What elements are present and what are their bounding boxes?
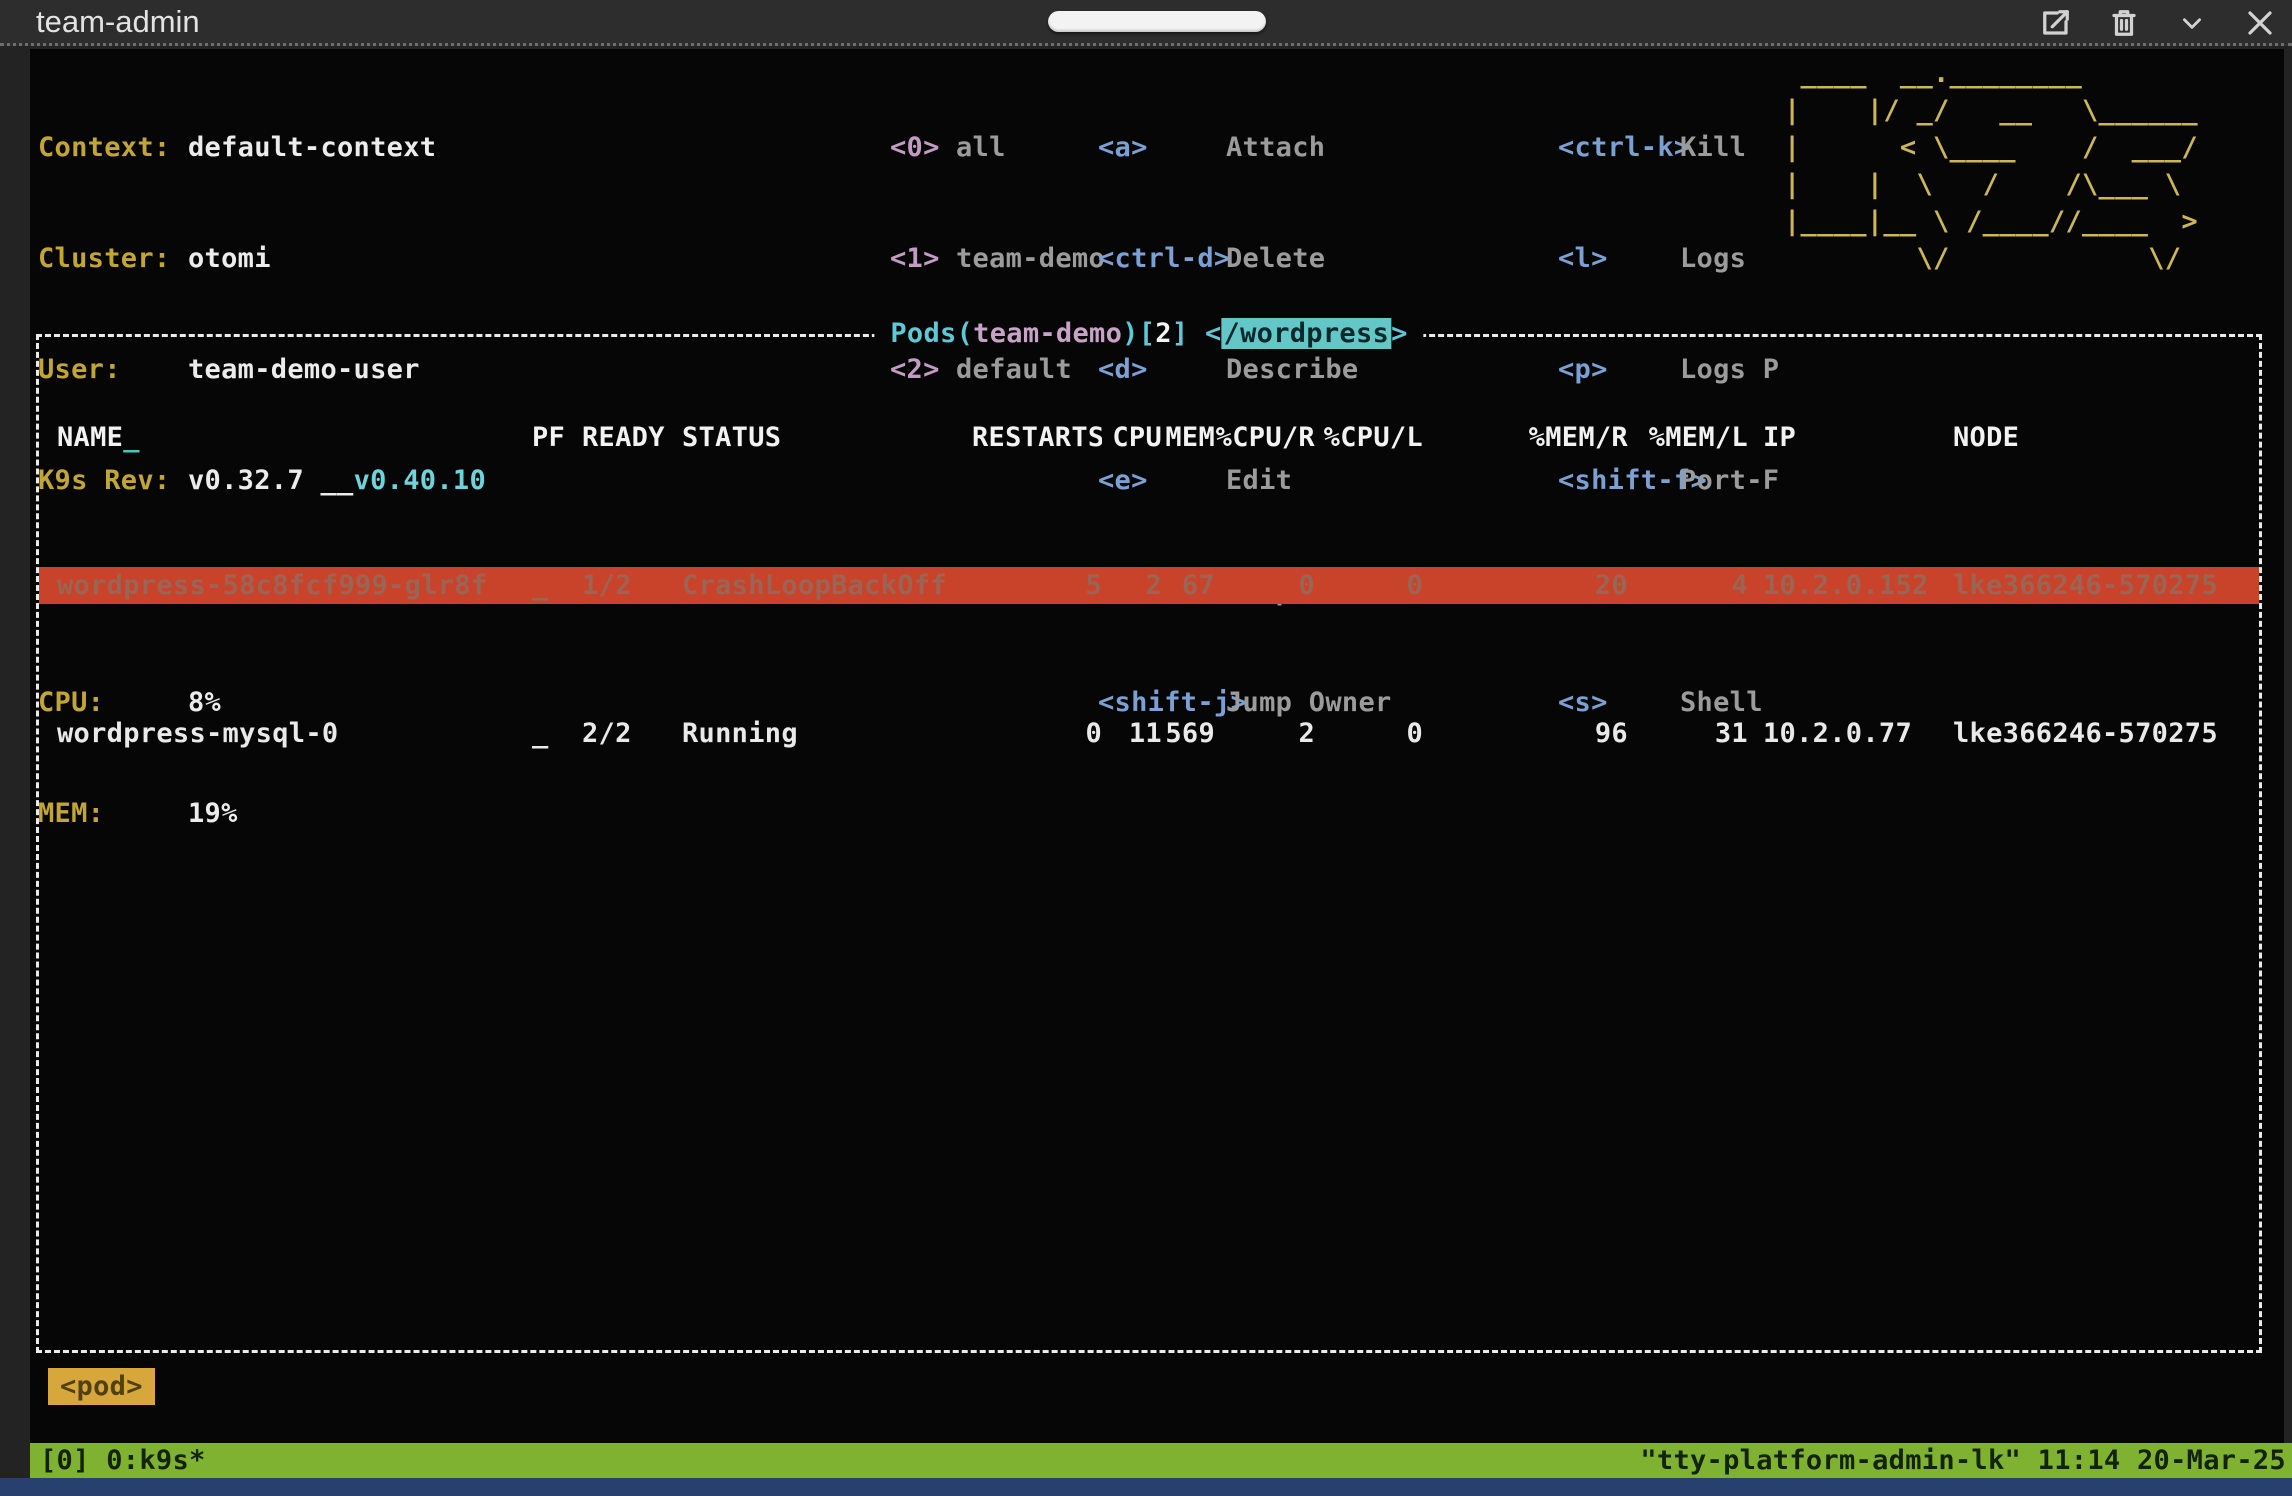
cell-cpu: 2 <box>1102 567 1162 604</box>
tmux-session-info: [0] 0:k9s* <box>40 1442 206 1479</box>
cell-node: lke366246-570275 <box>1953 567 2259 604</box>
cell-cpu-l: 0 <box>1315 567 1423 604</box>
resource-name: Pods <box>890 318 956 349</box>
punct: ) <box>1122 318 1139 349</box>
pod-count: 2 <box>1155 318 1172 349</box>
collapse-button[interactable] <box>2176 7 2208 39</box>
pane-title: Pods(team-demo)[2] </wordpress> <box>874 315 1423 352</box>
cell-ready: 2/2 <box>582 715 682 752</box>
window-titlebar: team-admin <box>0 0 2292 46</box>
menu-label: team-demo <box>956 243 1105 274</box>
cell-mem: 569 <box>1162 715 1215 752</box>
trash-icon <box>2109 8 2139 38</box>
pods-pane: Pods(team-demo)[2] </wordpress> NAME_ PF… <box>36 334 2262 1353</box>
cell-cpu: 11 <box>1102 715 1162 752</box>
cell-mem-r: 96 <box>1423 715 1628 752</box>
menu-item-all[interactable]: <0>all <box>890 129 1105 166</box>
table-row[interactable]: wordpress-mysql-0 _ 2/2 Running 0 11 569… <box>39 715 2259 752</box>
cell-mem: 67 <box>1162 567 1215 604</box>
cell-mem-l: 31 <box>1628 715 1748 752</box>
column-header-mem-r[interactable]: %MEM/R <box>1423 419 1628 456</box>
punct: [ <box>1139 318 1156 349</box>
cell-restarts: 5 <box>972 567 1102 604</box>
k9s-ascii-logo: ____ __.________ | |/ _/ __ \______ | < … <box>1784 55 2198 277</box>
info-row-cluster: Cluster:otomi <box>38 240 486 277</box>
menu-label: Attach <box>1226 132 1325 163</box>
cell-mem-l: 4 <box>1628 567 1748 604</box>
cell-restarts: 0 <box>972 715 1102 752</box>
column-header-cpu-l[interactable]: %CPU/L <box>1315 419 1423 456</box>
column-header-mem[interactable]: MEM <box>1162 419 1215 456</box>
window-title: team-admin <box>36 4 200 40</box>
cell-cpu-r: 2 <box>1215 715 1315 752</box>
column-header-name[interactable]: NAME_ <box>57 419 532 456</box>
table-header-row: NAME_ PF READY STATUS RESTARTS CPU MEM %… <box>39 419 2259 456</box>
chevron-down-icon <box>2179 10 2205 36</box>
menu-label: Delete <box>1226 243 1325 274</box>
menu-item-team-demo[interactable]: <1>team-demo <box>890 240 1105 277</box>
column-header-mem-l[interactable]: %MEM/L <box>1628 419 1748 456</box>
cell-status: CrashLoopBackOff <box>682 567 972 604</box>
new-window-button[interactable] <box>2040 7 2072 39</box>
tmux-host-clock: "tty-platform-admin-lk" 11:14 20-Mar-25 <box>1640 1442 2286 1479</box>
info-value: otomi <box>188 243 271 274</box>
hotkey: <ctrl-d> <box>1098 240 1226 277</box>
menu-item-kill[interactable]: <ctrl-k>Kill <box>1558 129 1784 166</box>
hotkey: <l> <box>1558 240 1680 277</box>
column-header-ready[interactable]: READY <box>582 419 682 456</box>
cell-pf: _ <box>532 715 582 752</box>
filter-tag[interactable]: /wordpress <box>1222 318 1392 349</box>
new-window-icon <box>2041 8 2071 38</box>
punct: > <box>1391 318 1408 349</box>
info-label: Context: <box>38 129 188 166</box>
bottom-strip <box>0 1478 2292 1496</box>
column-header-pf[interactable]: PF <box>532 419 582 456</box>
namespace-name: team-demo <box>973 318 1122 349</box>
column-header-restarts[interactable]: RESTARTS <box>972 419 1102 456</box>
menu-label: Kill <box>1680 129 1784 166</box>
cell-status: Running <box>682 715 972 752</box>
punct: ] <box>1172 318 1189 349</box>
column-header-node[interactable]: NODE <box>1953 419 2259 456</box>
column-header-ip[interactable]: IP <box>1748 419 1953 456</box>
window-controls <box>2040 0 2276 46</box>
trash-button[interactable] <box>2108 7 2140 39</box>
cell-pf: _ <box>532 567 582 604</box>
cell-name: wordpress-58c8fcf999-glr8f <box>57 567 532 604</box>
cell-name: wordpress-mysql-0 <box>57 715 532 752</box>
hotkey: <1> <box>890 240 956 277</box>
hotkey: <0> <box>890 129 956 166</box>
pods-table: NAME_ PF READY STATUS RESTARTS CPU MEM %… <box>39 337 2259 826</box>
window-drag-handle[interactable] <box>1048 11 1266 32</box>
cell-ip: 10.2.0.152 <box>1748 567 1953 604</box>
punct: < <box>1205 318 1222 349</box>
menu-item-logs[interactable]: <l>Logs <box>1558 240 1784 277</box>
close-icon <box>2245 8 2275 38</box>
breadcrumb-pod[interactable]: <pod> <box>48 1368 155 1405</box>
hotkey: <ctrl-k> <box>1558 129 1680 166</box>
menu-label: Logs <box>1680 240 1784 277</box>
table-row[interactable]: wordpress-58c8fcf999-glr8f _ 1/2 CrashLo… <box>39 567 2259 604</box>
punct: ( <box>957 318 974 349</box>
close-button[interactable] <box>2244 7 2276 39</box>
hotkey: <a> <box>1098 129 1226 166</box>
cell-ip: 10.2.0.77 <box>1748 715 1953 752</box>
cell-cpu-l: 0 <box>1315 715 1423 752</box>
column-header-cpu[interactable]: CPU <box>1102 419 1162 456</box>
cell-mem-r: 20 <box>1423 567 1628 604</box>
terminal-window: team-admin <box>0 0 2292 1496</box>
cell-node: lke366246-570275 <box>1953 715 2259 752</box>
column-header-cpu-r[interactable]: %CPU/R <box>1215 419 1315 456</box>
menu-item-attach[interactable]: <a>Attach <box>1098 129 1392 166</box>
sort-indicator: _ <box>123 422 140 453</box>
info-row-context: Context:default-context <box>38 129 486 166</box>
menu-item-delete[interactable]: <ctrl-d>Delete <box>1098 240 1392 277</box>
column-header-status[interactable]: STATUS <box>682 419 972 456</box>
cell-cpu-r: 0 <box>1215 567 1315 604</box>
menu-label: all <box>956 132 1006 163</box>
cell-ready: 1/2 <box>582 567 682 604</box>
info-label: Cluster: <box>38 240 188 277</box>
tmux-status-bar: [0] 0:k9s* "tty-platform-admin-lk" 11:14… <box>30 1443 2292 1478</box>
info-value: default-context <box>188 132 436 163</box>
